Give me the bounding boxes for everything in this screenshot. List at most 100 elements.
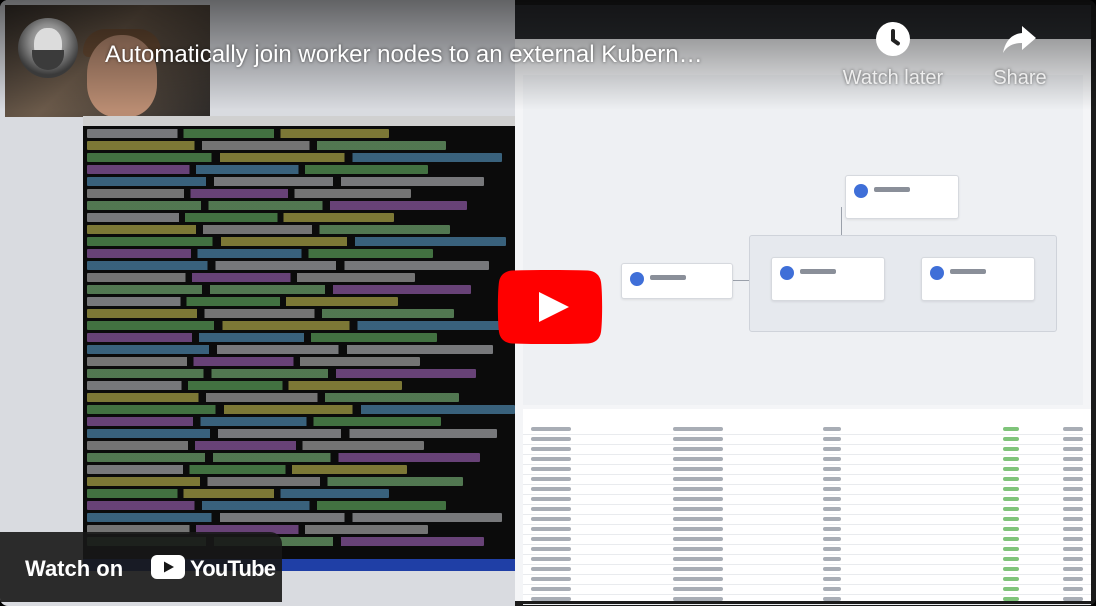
terminal-output: [83, 129, 515, 546]
watch-later-button[interactable]: Watch later: [833, 22, 953, 90]
avatar-beard: [32, 50, 64, 70]
table-row: [523, 504, 1091, 505]
table-cell: [1003, 547, 1019, 551]
table-row: [523, 444, 1091, 445]
table-cell: [673, 487, 723, 491]
table-cell: [531, 537, 571, 541]
table-cell: [673, 497, 723, 501]
terminal-line: [87, 333, 437, 342]
table-cell: [1003, 517, 1019, 521]
table-cell: [673, 547, 723, 551]
table-cell: [531, 547, 571, 551]
terminal-line: [87, 405, 515, 414]
terminal-line: [87, 309, 455, 318]
table-row: [523, 564, 1091, 565]
node-label-placeholder: [950, 269, 986, 274]
table-cell: [823, 487, 841, 491]
table-cell: [531, 497, 571, 501]
terminal-line: [87, 489, 390, 498]
table-cell: [673, 527, 723, 531]
table-cell: [1063, 507, 1083, 511]
table-cell: [823, 557, 841, 561]
table-cell: [673, 597, 723, 601]
table-cell: [531, 427, 571, 431]
table-row: [523, 524, 1091, 525]
terminal-line: [87, 297, 399, 306]
table-cell: [1003, 437, 1019, 441]
terminal-line: [87, 477, 463, 486]
terminal-line: [87, 417, 442, 426]
terminal-line: [87, 441, 424, 450]
terminal-line: [87, 213, 394, 222]
youtube-wordmark: YouTube: [190, 556, 276, 581]
table-cell: [823, 457, 841, 461]
table-cell: [673, 507, 723, 511]
topology-canvas: [523, 75, 1083, 405]
terminal-line: [87, 465, 407, 474]
table-cell: [673, 537, 723, 541]
terminal-line: [87, 321, 511, 330]
table-cell: [531, 577, 571, 581]
terminal-line: [87, 225, 450, 234]
table-cell: [1063, 567, 1083, 571]
table-cell: [673, 447, 723, 451]
terminal-line: [87, 393, 459, 402]
table-cell: [673, 517, 723, 521]
share-label: Share: [993, 67, 1047, 89]
table-cell: [823, 427, 841, 431]
table-row: [523, 554, 1091, 555]
terminal-line: [87, 237, 507, 246]
clock-icon: [876, 22, 910, 56]
table-cell: [531, 517, 571, 521]
table-cell: [673, 467, 723, 471]
terminal-line: [87, 453, 481, 462]
table-row: [523, 494, 1091, 495]
table-cell: [1063, 477, 1083, 481]
table-cell: [1003, 497, 1019, 501]
table-cell: [1003, 527, 1019, 531]
table-cell: [673, 477, 723, 481]
table-cell: [1063, 537, 1083, 541]
node-label-placeholder: [650, 275, 686, 280]
table-cell: [823, 467, 841, 471]
table-cell: [1063, 487, 1083, 491]
table-cell: [531, 487, 571, 491]
youtube-embed-player[interactable]: Automatically join worker nodes to an ex…: [0, 0, 1096, 606]
table-cell: [673, 577, 723, 581]
table-cell: [1063, 587, 1083, 591]
terminal-line: [87, 153, 502, 162]
terminal-line: [87, 357, 420, 366]
kubernetes-icon: [854, 184, 868, 198]
table-cell: [673, 567, 723, 571]
table-cell: [673, 457, 723, 461]
video-title[interactable]: Automatically join worker nodes to an ex…: [105, 40, 820, 70]
play-button[interactable]: [497, 270, 603, 344]
terminal-line: [87, 513, 502, 522]
table-row: [523, 434, 1091, 435]
table-cell: [823, 577, 841, 581]
youtube-play-icon: [497, 270, 603, 344]
table-row: [523, 534, 1091, 535]
terminal-line: [87, 249, 433, 258]
table-cell: [823, 527, 841, 531]
table-cell: [1003, 447, 1019, 451]
table-row: [523, 474, 1091, 475]
terminal-line: [87, 141, 446, 150]
table-cell: [1063, 467, 1083, 471]
kubernetes-icon: [930, 266, 944, 280]
table-cell: [1003, 537, 1019, 541]
topology-node: [621, 263, 733, 299]
watch-on-youtube-button[interactable]: Watch on YouTube: [0, 532, 282, 602]
table-cell: [673, 587, 723, 591]
table-cell: [531, 567, 571, 571]
table-cell: [823, 497, 841, 501]
terminal-line: [87, 369, 476, 378]
terminal-line: [87, 429, 498, 438]
kubernetes-icon: [630, 272, 644, 286]
channel-avatar[interactable]: [18, 18, 78, 78]
table-cell: [823, 587, 841, 591]
table-cell: [1003, 487, 1019, 491]
share-button[interactable]: Share: [960, 22, 1080, 90]
table-cell: [823, 567, 841, 571]
terminal-line: [87, 261, 489, 270]
